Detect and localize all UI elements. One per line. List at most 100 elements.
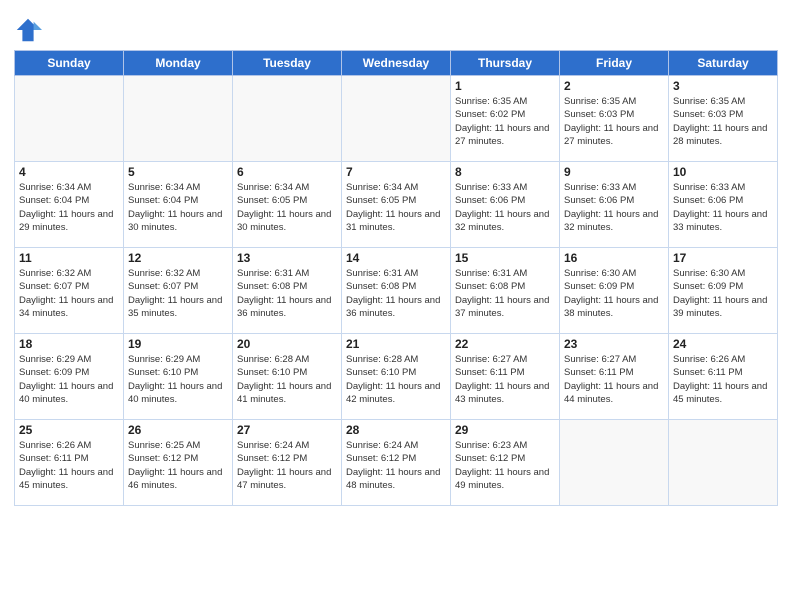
calendar-cell: 19 Sunrise: 6:29 AM Sunset: 6:10 PM Dayli… (124, 334, 233, 420)
logo-icon (14, 16, 42, 44)
calendar-cell: 12 Sunrise: 6:32 AM Sunset: 6:07 PM Dayli… (124, 248, 233, 334)
day-info: Sunrise: 6:34 AM Sunset: 6:04 PM Dayligh… (19, 181, 119, 234)
day-number: 3 (673, 79, 773, 93)
day-info: Sunrise: 6:35 AM Sunset: 6:03 PM Dayligh… (564, 95, 664, 148)
day-info: Sunrise: 6:35 AM Sunset: 6:02 PM Dayligh… (455, 95, 555, 148)
calendar-cell: 21 Sunrise: 6:28 AM Sunset: 6:10 PM Dayli… (342, 334, 451, 420)
weekday-header: Friday (560, 51, 669, 76)
day-info: Sunrise: 6:30 AM Sunset: 6:09 PM Dayligh… (673, 267, 773, 320)
calendar-cell: 24 Sunrise: 6:26 AM Sunset: 6:11 PM Dayli… (669, 334, 778, 420)
day-info: Sunrise: 6:24 AM Sunset: 6:12 PM Dayligh… (346, 439, 446, 492)
day-number: 10 (673, 165, 773, 179)
calendar-cell (669, 420, 778, 506)
day-number: 2 (564, 79, 664, 93)
day-number: 21 (346, 337, 446, 351)
day-number: 19 (128, 337, 228, 351)
page: SundayMondayTuesdayWednesdayThursdayFrid… (0, 0, 792, 612)
calendar-cell: 22 Sunrise: 6:27 AM Sunset: 6:11 PM Dayli… (451, 334, 560, 420)
calendar-cell: 13 Sunrise: 6:31 AM Sunset: 6:08 PM Dayli… (233, 248, 342, 334)
day-info: Sunrise: 6:24 AM Sunset: 6:12 PM Dayligh… (237, 439, 337, 492)
weekday-header: Tuesday (233, 51, 342, 76)
day-number: 13 (237, 251, 337, 265)
calendar-week-row: 11 Sunrise: 6:32 AM Sunset: 6:07 PM Dayli… (15, 248, 778, 334)
calendar-cell: 16Sunrise: 6:30 AM Sunset: 6:09 PM Dayli… (560, 248, 669, 334)
calendar-week-row: 4 Sunrise: 6:34 AM Sunset: 6:04 PM Daylig… (15, 162, 778, 248)
calendar-cell: 18 Sunrise: 6:29 AM Sunset: 6:09 PM Dayli… (15, 334, 124, 420)
calendar-cell (15, 76, 124, 162)
weekday-header: Saturday (669, 51, 778, 76)
day-number: 24 (673, 337, 773, 351)
day-number: 18 (19, 337, 119, 351)
day-number: 12 (128, 251, 228, 265)
calendar-cell: 1 Sunrise: 6:35 AM Sunset: 6:02 PM Daylig… (451, 76, 560, 162)
calendar-cell: 14Sunrise: 6:31 AM Sunset: 6:08 PM Dayli… (342, 248, 451, 334)
day-info: Sunrise: 6:34 AM Sunset: 6:04 PM Dayligh… (128, 181, 228, 234)
day-info: Sunrise: 6:33 AM Sunset: 6:06 PM Dayligh… (564, 181, 664, 234)
calendar-cell: 15 Sunrise: 6:31 AM Sunset: 6:08 PM Dayli… (451, 248, 560, 334)
calendar-cell: 25Sunrise: 6:26 AM Sunset: 6:11 PM Dayli… (15, 420, 124, 506)
day-number: 6 (237, 165, 337, 179)
day-number: 16 (564, 251, 664, 265)
day-number: 14 (346, 251, 446, 265)
calendar-cell: 7Sunrise: 6:34 AM Sunset: 6:05 PM Daylig… (342, 162, 451, 248)
day-number: 29 (455, 423, 555, 437)
day-info: Sunrise: 6:31 AM Sunset: 6:08 PM Dayligh… (455, 267, 555, 320)
calendar-week-row: 1 Sunrise: 6:35 AM Sunset: 6:02 PM Daylig… (15, 76, 778, 162)
day-info: Sunrise: 6:23 AM Sunset: 6:12 PM Dayligh… (455, 439, 555, 492)
calendar-body: 1 Sunrise: 6:35 AM Sunset: 6:02 PM Daylig… (15, 76, 778, 506)
calendar-cell (342, 76, 451, 162)
logo (14, 14, 46, 44)
day-info: Sunrise: 6:28 AM Sunset: 6:10 PM Dayligh… (237, 353, 337, 406)
calendar-cell: 10 Sunrise: 6:33 AM Sunset: 6:06 PM Dayli… (669, 162, 778, 248)
calendar-cell: 2 Sunrise: 6:35 AM Sunset: 6:03 PM Daylig… (560, 76, 669, 162)
day-number: 23 (564, 337, 664, 351)
day-info: Sunrise: 6:29 AM Sunset: 6:09 PM Dayligh… (19, 353, 119, 406)
day-number: 28 (346, 423, 446, 437)
day-info: Sunrise: 6:32 AM Sunset: 6:07 PM Dayligh… (19, 267, 119, 320)
calendar-cell (233, 76, 342, 162)
day-number: 8 (455, 165, 555, 179)
day-number: 11 (19, 251, 119, 265)
day-number: 15 (455, 251, 555, 265)
day-number: 1 (455, 79, 555, 93)
day-number: 25 (19, 423, 119, 437)
calendar-week-row: 18 Sunrise: 6:29 AM Sunset: 6:09 PM Dayli… (15, 334, 778, 420)
day-info: Sunrise: 6:26 AM Sunset: 6:11 PM Dayligh… (673, 353, 773, 406)
weekday-header: Thursday (451, 51, 560, 76)
day-number: 22 (455, 337, 555, 351)
day-number: 26 (128, 423, 228, 437)
calendar-cell (124, 76, 233, 162)
day-info: Sunrise: 6:32 AM Sunset: 6:07 PM Dayligh… (128, 267, 228, 320)
day-info: Sunrise: 6:29 AM Sunset: 6:10 PM Dayligh… (128, 353, 228, 406)
calendar-cell: 27 Sunrise: 6:24 AM Sunset: 6:12 PM Dayli… (233, 420, 342, 506)
day-info: Sunrise: 6:28 AM Sunset: 6:10 PM Dayligh… (346, 353, 446, 406)
day-number: 4 (19, 165, 119, 179)
calendar-cell: 17 Sunrise: 6:30 AM Sunset: 6:09 PM Dayli… (669, 248, 778, 334)
day-info: Sunrise: 6:34 AM Sunset: 6:05 PM Dayligh… (237, 181, 337, 234)
weekday-header: Monday (124, 51, 233, 76)
calendar-cell: 29 Sunrise: 6:23 AM Sunset: 6:12 PM Dayli… (451, 420, 560, 506)
calendar-cell: 20 Sunrise: 6:28 AM Sunset: 6:10 PM Dayli… (233, 334, 342, 420)
day-info: Sunrise: 6:25 AM Sunset: 6:12 PM Dayligh… (128, 439, 228, 492)
day-number: 17 (673, 251, 773, 265)
day-info: Sunrise: 6:31 AM Sunset: 6:08 PM Dayligh… (237, 267, 337, 320)
calendar-cell: 11 Sunrise: 6:32 AM Sunset: 6:07 PM Dayli… (15, 248, 124, 334)
calendar-header: SundayMondayTuesdayWednesdayThursdayFrid… (15, 51, 778, 76)
calendar-cell: 3Sunrise: 6:35 AM Sunset: 6:03 PM Daylig… (669, 76, 778, 162)
day-info: Sunrise: 6:27 AM Sunset: 6:11 PM Dayligh… (455, 353, 555, 406)
day-number: 20 (237, 337, 337, 351)
calendar-cell (560, 420, 669, 506)
calendar-week-row: 25Sunrise: 6:26 AM Sunset: 6:11 PM Dayli… (15, 420, 778, 506)
calendar: SundayMondayTuesdayWednesdayThursdayFrid… (14, 50, 778, 506)
calendar-cell: 26 Sunrise: 6:25 AM Sunset: 6:12 PM Dayli… (124, 420, 233, 506)
day-info: Sunrise: 6:27 AM Sunset: 6:11 PM Dayligh… (564, 353, 664, 406)
calendar-cell: 6 Sunrise: 6:34 AM Sunset: 6:05 PM Daylig… (233, 162, 342, 248)
weekday-row: SundayMondayTuesdayWednesdayThursdayFrid… (15, 51, 778, 76)
day-info: Sunrise: 6:33 AM Sunset: 6:06 PM Dayligh… (455, 181, 555, 234)
header (14, 10, 778, 44)
day-number: 7 (346, 165, 446, 179)
calendar-cell: 4 Sunrise: 6:34 AM Sunset: 6:04 PM Daylig… (15, 162, 124, 248)
day-info: Sunrise: 6:33 AM Sunset: 6:06 PM Dayligh… (673, 181, 773, 234)
day-number: 27 (237, 423, 337, 437)
weekday-header: Wednesday (342, 51, 451, 76)
